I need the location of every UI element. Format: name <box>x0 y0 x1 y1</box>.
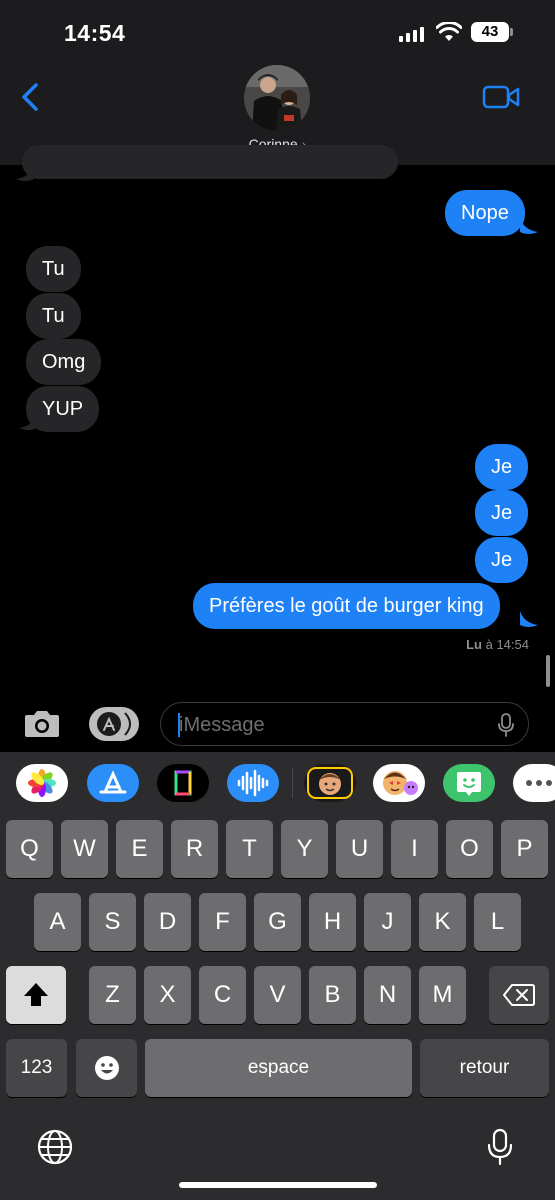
green-app-icon[interactable] <box>443 764 495 802</box>
conversation-header: 14:54 43 Corinne › <box>0 0 555 165</box>
ellipsis-glyph <box>526 780 552 786</box>
key-q[interactable]: Q <box>6 820 53 878</box>
animoji-icon[interactable] <box>373 764 425 802</box>
dictation-mic-icon[interactable] <box>497 713 515 737</box>
previous-message-bubble <box>22 145 398 179</box>
message-bubble-sent[interactable]: Je <box>475 537 529 583</box>
backspace-icon <box>503 984 535 1006</box>
sticker-glyph <box>457 772 481 796</box>
keyboard: Q W E R T Y U I O P A S D F G H J K L Z … <box>0 752 555 1200</box>
key-f[interactable]: F <box>199 893 246 951</box>
cellular-signal-icon <box>399 26 424 42</box>
audio-message-icon[interactable] <box>227 764 279 802</box>
key-w[interactable]: W <box>61 820 108 878</box>
message-bubble-received[interactable]: Tu <box>26 293 81 339</box>
key-t[interactable]: T <box>226 820 273 878</box>
key-n[interactable]: N <box>364 966 411 1024</box>
key-g[interactable]: G <box>254 893 301 951</box>
message-input-field[interactable] <box>160 702 529 746</box>
emoji-key[interactable] <box>76 1039 137 1097</box>
numbers-key[interactable]: 123 <box>6 1039 67 1097</box>
app-strip-divider <box>292 768 293 798</box>
memoji-icon[interactable] <box>304 764 356 802</box>
shift-arrow-icon <box>24 983 48 1006</box>
key-r[interactable]: R <box>171 820 218 878</box>
key-d[interactable]: D <box>144 893 191 951</box>
wifi-icon <box>436 22 462 41</box>
message-bubble-sent[interactable]: Je <box>475 444 529 490</box>
animoji-faces <box>383 771 418 795</box>
message-bubble-sent[interactable]: Préfères le goût de burger king <box>193 583 500 629</box>
key-o[interactable]: O <box>446 820 493 878</box>
facetime-video-icon[interactable] <box>482 84 520 110</box>
message-bubble-received[interactable]: Tu <box>26 246 81 292</box>
emoji-icon <box>94 1056 119 1080</box>
dictation-mic-icon[interactable] <box>487 1128 513 1166</box>
globe-icon[interactable] <box>36 1128 74 1166</box>
key-a[interactable]: A <box>34 893 81 951</box>
key-v[interactable]: V <box>254 966 301 1024</box>
home-indicator[interactable] <box>179 1182 377 1188</box>
delete-key[interactable] <box>489 966 549 1024</box>
app-store-glyph <box>99 770 127 794</box>
read-time: 14:54 <box>496 637 529 652</box>
bubble-tail <box>520 218 538 234</box>
key-p[interactable]: P <box>501 820 548 878</box>
battery-tip <box>510 28 513 36</box>
scroll-indicator[interactable] <box>546 655 550 687</box>
app-store-icon <box>97 712 131 736</box>
message-list: Nope Tu Tu Omg YUP Je Je Je Préfères le … <box>0 145 555 695</box>
message-input[interactable] <box>179 712 479 738</box>
key-z[interactable]: Z <box>89 966 136 1024</box>
read-receipt: Lu à 14:54 <box>466 637 529 652</box>
photos-flower <box>28 769 56 797</box>
app-store-drawer-button[interactable] <box>89 707 139 741</box>
message-bubble-sent[interactable]: Je <box>475 490 529 536</box>
key-j[interactable]: J <box>364 893 411 951</box>
key-u[interactable]: U <box>336 820 383 878</box>
memoji-face <box>307 767 353 799</box>
message-bubble-sent[interactable]: Nope <box>445 190 525 236</box>
app-strip <box>0 764 555 808</box>
gif-app-icon[interactable] <box>157 764 209 802</box>
photos-icon[interactable] <box>16 764 68 802</box>
key-c[interactable]: C <box>199 966 246 1024</box>
more-apps-icon[interactable] <box>513 764 555 802</box>
gif-glyph <box>174 770 192 796</box>
bubble-tail <box>16 165 34 181</box>
key-k[interactable]: K <box>419 893 466 951</box>
bubble-tail <box>520 611 538 627</box>
status-time: 14:54 <box>64 20 126 46</box>
read-connector: à <box>485 637 493 652</box>
avatar-photo <box>244 65 310 131</box>
waveform-glyph <box>237 769 269 797</box>
key-l[interactable]: L <box>474 893 521 951</box>
back-chevron-icon[interactable] <box>18 82 42 112</box>
key-i[interactable]: I <box>391 820 438 878</box>
contact-avatar[interactable] <box>244 65 310 131</box>
camera-icon[interactable] <box>22 709 62 739</box>
shift-key[interactable] <box>6 966 66 1024</box>
bubble-tail <box>19 414 37 430</box>
key-s[interactable]: S <box>89 893 136 951</box>
battery-indicator: 43 <box>471 22 509 42</box>
read-label: Lu <box>466 637 482 652</box>
key-b[interactable]: B <box>309 966 356 1024</box>
message-bubble-received[interactable]: Omg <box>26 339 102 385</box>
return-key[interactable]: retour <box>420 1039 549 1097</box>
key-x[interactable]: X <box>144 966 191 1024</box>
key-m[interactable]: M <box>419 966 466 1024</box>
key-h[interactable]: H <box>309 893 356 951</box>
app-store-icon[interactable] <box>87 764 139 802</box>
key-e[interactable]: E <box>116 820 163 878</box>
space-key[interactable]: espace <box>145 1039 412 1097</box>
key-y[interactable]: Y <box>281 820 328 878</box>
